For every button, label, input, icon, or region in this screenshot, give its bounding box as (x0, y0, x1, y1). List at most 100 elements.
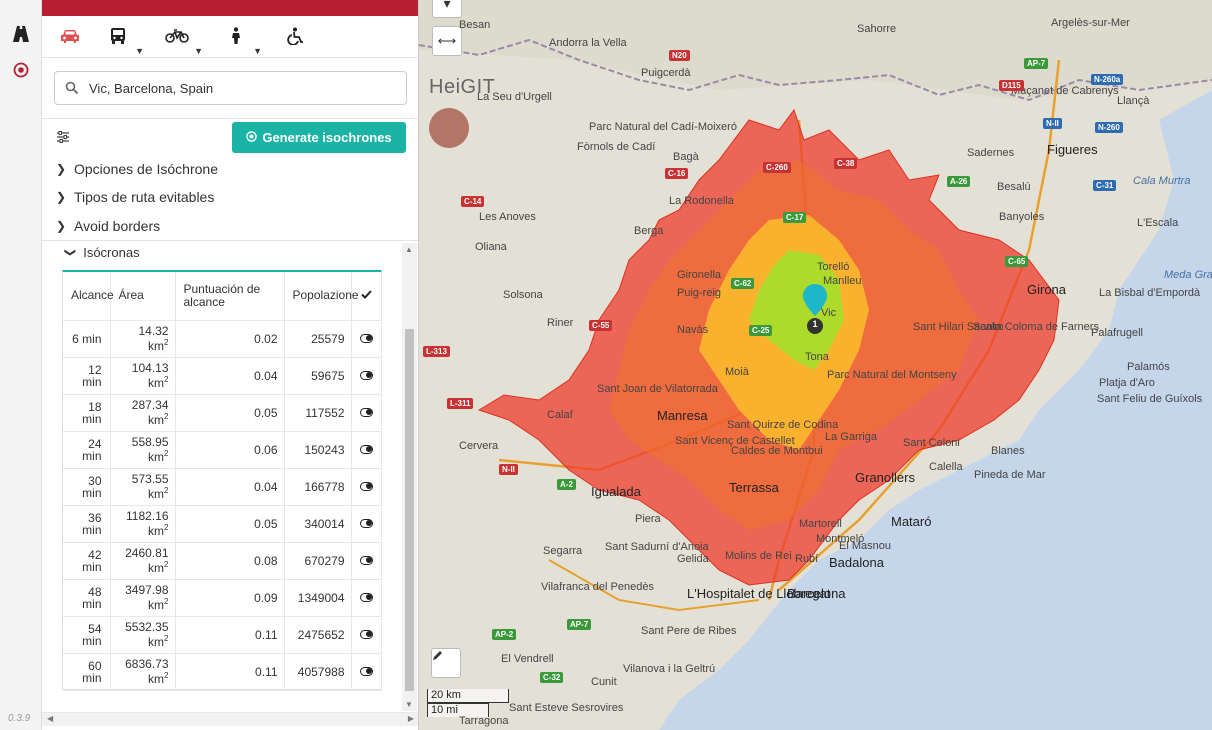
isochrone-target-icon[interactable] (9, 58, 33, 82)
map-place-label: Girona (1027, 282, 1067, 297)
road-shield: C-260 (763, 162, 791, 173)
road-shield: C-14 (461, 196, 485, 207)
map-place-label: Calaf (547, 409, 573, 421)
target-icon (246, 130, 258, 145)
cell-area: 287.34 km2 (110, 394, 176, 432)
road-shield: C-38 (834, 158, 858, 169)
profile-walking-button[interactable]: ▼ (216, 22, 262, 56)
chevron-down-icon[interactable]: ▼ (253, 46, 262, 56)
cell-area: 2460.81 km2 (110, 542, 176, 580)
place-search-box (54, 71, 407, 105)
table-row: 54 min 5532.35 km2 0.11 2475652 (63, 616, 382, 654)
map-place-label: Cunit (591, 676, 617, 688)
toggle-visibility-icon[interactable] (359, 629, 373, 639)
scroll-up-icon[interactable]: ▲ (405, 245, 413, 254)
map-place-label: La Seu d'Urgell (477, 91, 552, 103)
map-place-label: Bagà (673, 151, 699, 163)
map-place-label: Molins de Rei (725, 550, 792, 562)
cell-population: 4057988 (284, 653, 352, 691)
cell-population: 150243 (284, 431, 352, 469)
toggle-visibility-icon[interactable] (359, 407, 373, 417)
isochrones-table: Alcance Área Puntuación de alcance Popol… (62, 270, 382, 691)
minus-icon: ▾ (443, 0, 451, 11)
map-place-label: Sant Celoni (903, 437, 960, 449)
cell-area: 104.13 km2 (110, 357, 176, 395)
map-place-label: Terrassa (729, 480, 779, 495)
profile-bicycle-button[interactable]: ▼ (157, 22, 203, 56)
toggle-visibility-icon[interactable] (359, 518, 373, 528)
map-place-label: Sant Quirze de Codina (727, 419, 839, 431)
accordion-avoid-borders[interactable]: ❯ Avoid borders (56, 218, 160, 234)
panel-horizontal-scrollbar[interactable]: ◀ ▶ (42, 712, 418, 726)
area-value: 104.13 (131, 361, 169, 375)
road-shield: C-31 (1093, 180, 1117, 191)
accordion-isochrones[interactable]: ❯ Isócronas (64, 245, 140, 260)
map-place-label: Tarragona (459, 715, 509, 727)
road-shield: C-62 (731, 278, 755, 289)
toggle-visibility-icon[interactable] (359, 592, 373, 602)
map-place-label: Granollers (855, 470, 915, 485)
map-place-label: Besalú (997, 181, 1031, 193)
draw-button[interactable] (431, 648, 461, 678)
map-view[interactable]: ▾ ⟷ HeiGIT 1 20 km 10 mi Andorra la Vell… (419, 0, 1212, 730)
accordion-avoid-route-types[interactable]: ❯ Tipos de ruta evitables (56, 189, 214, 205)
cell-visibility (351, 505, 382, 543)
toggle-visibility-icon[interactable] (359, 333, 373, 343)
area-unit: km (148, 413, 165, 427)
profile-wheelchair-button[interactable] (276, 22, 316, 54)
cell-range: 6 min (63, 320, 111, 358)
toggle-visibility-icon[interactable] (359, 555, 373, 565)
chevron-down-icon[interactable]: ▼ (135, 46, 144, 56)
scroll-left-icon[interactable]: ◀ (47, 714, 53, 723)
cell-range: 60 min (63, 653, 111, 691)
map-place-label: Vic (821, 307, 837, 319)
app-root: 0.3.9 ▼ ▼ ▼ Vic, Barcelona, Spain Genera… (0, 0, 1212, 730)
search-icon (65, 81, 79, 100)
cell-visibility (351, 394, 382, 432)
cell-score: 0.05 (175, 394, 285, 432)
divider (42, 118, 418, 119)
scroll-down-icon[interactable]: ▼ (405, 700, 413, 709)
map-place-label: Fòrnols de Cadí (577, 141, 656, 153)
sliders-settings-icon[interactable] (56, 130, 70, 148)
place-search-input[interactable] (89, 72, 399, 104)
column-header-area[interactable]: Área (110, 272, 176, 321)
fit-width-button[interactable]: ⟷ (432, 26, 462, 56)
column-header-score[interactable]: Puntuación de alcance (175, 272, 285, 321)
accordion-label: Isócronas (83, 245, 140, 260)
area-value: 1182.16 (126, 509, 169, 523)
chevron-down-icon[interactable]: ▼ (194, 46, 203, 56)
map-place-label: Puig-reig (677, 287, 722, 299)
cell-visibility (351, 468, 382, 506)
cell-population: 2475652 (284, 616, 352, 654)
profile-bus-button[interactable]: ▼ (98, 22, 144, 56)
table-row: 18 min 287.34 km2 0.05 117552 (63, 394, 382, 432)
area-value: 287.34 (131, 398, 169, 412)
panel-vertical-scrollbar[interactable]: ▲ ▼ (402, 243, 417, 711)
toggle-visibility-icon[interactable] (359, 370, 373, 380)
road-icon[interactable] (9, 22, 33, 46)
toggle-visibility-icon[interactable] (359, 481, 373, 491)
cell-area: 3497.98 km2 (110, 579, 176, 617)
column-header-population[interactable]: Popolazione (284, 272, 359, 321)
scroll-right-icon[interactable]: ▶ (408, 714, 414, 723)
map-canvas[interactable] (419, 0, 1212, 730)
column-header-range[interactable]: Alcance (63, 272, 114, 321)
map-scale: 20 km 10 mi (427, 689, 509, 717)
cell-area: 5532.35 km2 (110, 616, 176, 654)
toggle-visibility-icon[interactable] (359, 666, 373, 676)
toggle-visibility-icon[interactable] (359, 444, 373, 454)
scale-km: 20 km (427, 689, 509, 703)
accordion-isochrone-options[interactable]: ❯ Opciones de Isóchrone (56, 161, 218, 177)
generate-isochrones-button[interactable]: Generate isochrones (232, 122, 406, 153)
map-place-label: Banyoles (999, 211, 1045, 223)
zoom-out-button[interactable]: ▾ (432, 0, 462, 18)
area-value: 6836.73 (125, 657, 169, 671)
map-place-label: Puigcerdà (641, 67, 691, 79)
map-place-label: Calella (929, 461, 963, 473)
bus-icon (109, 27, 127, 50)
table-row: 48 min 3497.98 km2 0.09 1349004 (63, 579, 382, 617)
map-place-label: Vilanova i la Geltrú (623, 663, 716, 675)
profile-car-button[interactable] (50, 22, 90, 54)
scrollbar-thumb[interactable] (405, 329, 414, 691)
